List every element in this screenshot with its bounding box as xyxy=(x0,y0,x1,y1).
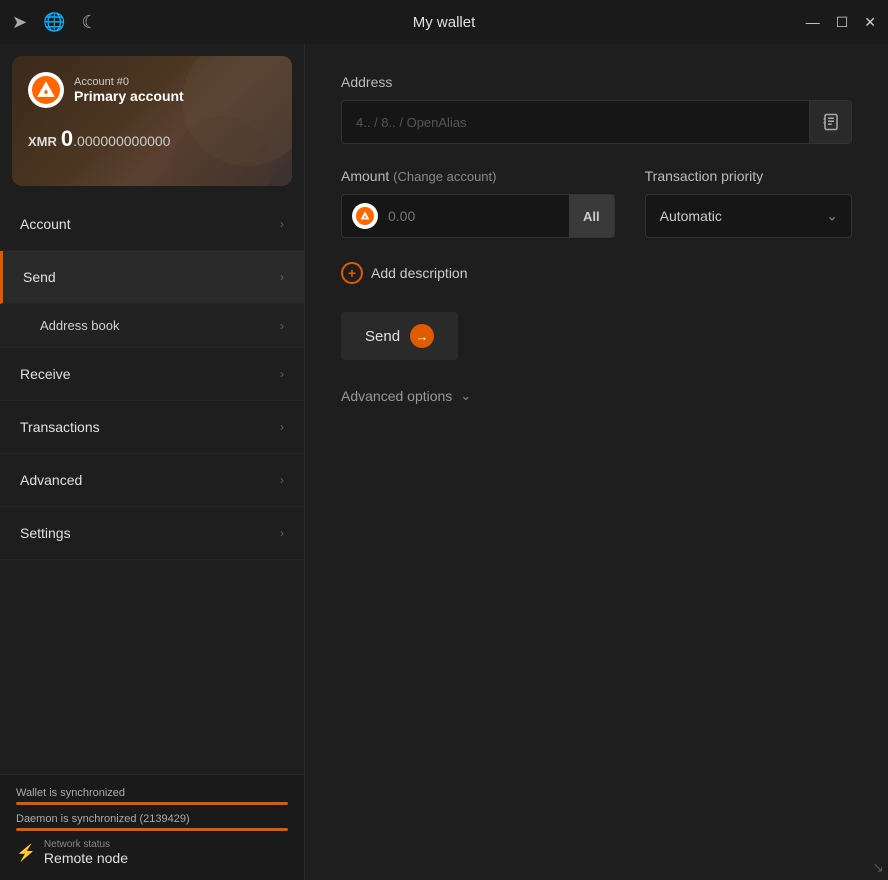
sidebar-item-send-label: Send xyxy=(23,269,56,285)
daemon-sync-fill xyxy=(16,828,288,831)
send-button-label: Send xyxy=(365,328,400,345)
sidebar-item-address-book[interactable]: Address book › xyxy=(0,304,304,348)
currency-label: XMR xyxy=(28,134,57,149)
daemon-sync-bar xyxy=(16,828,288,831)
all-button[interactable]: All xyxy=(569,195,614,237)
address-book-button[interactable] xyxy=(809,101,851,143)
balance-display: XMR 0.000000000000 xyxy=(28,126,276,152)
sidebar-item-receive-label: Receive xyxy=(20,366,71,382)
monero-small-logo xyxy=(352,203,378,229)
chevron-right-icon: › xyxy=(280,319,284,333)
sidebar-item-address-book-label: Address book xyxy=(40,318,120,333)
add-description-row[interactable]: + Add description xyxy=(341,262,852,284)
account-name: Primary account xyxy=(74,88,184,104)
globe-icon[interactable]: 🌐 xyxy=(43,12,65,33)
maximize-button[interactable]: ☐ xyxy=(836,14,849,31)
chevron-down-icon: ⌄ xyxy=(460,388,471,404)
chevron-right-icon: › xyxy=(280,473,284,487)
wallet-sync-bar xyxy=(16,802,288,805)
amount-input[interactable] xyxy=(388,208,569,224)
content-area: Address Amount ( xyxy=(305,44,888,880)
account-number: Account #0 xyxy=(74,76,184,88)
amount-section: Amount (Change account) All xyxy=(341,168,615,238)
address-label: Address xyxy=(341,74,852,90)
status-bar: Wallet is synchronized Daemon is synchro… xyxy=(0,774,304,880)
add-description-label: Add description xyxy=(371,265,468,281)
daemon-sync-row: Daemon is synchronized (2139429) xyxy=(16,813,288,831)
wallet-sync-fill xyxy=(16,802,288,805)
balance-integer: 0 xyxy=(61,126,73,151)
chevron-right-icon: › xyxy=(280,526,284,540)
sidebar-item-transactions[interactable]: Transactions › xyxy=(0,401,304,454)
account-info: Account #0 Primary account xyxy=(74,76,184,104)
add-description-icon: + xyxy=(341,262,363,284)
amount-label: Amount (Change account) xyxy=(341,168,615,184)
sidebar-item-send[interactable]: Send › xyxy=(0,251,304,304)
sidebar-item-transactions-label: Transactions xyxy=(20,419,100,435)
network-text: Network status Remote node xyxy=(44,839,128,866)
amount-logo xyxy=(342,203,388,229)
chevron-right-icon: › xyxy=(280,367,284,381)
chevron-right-icon: › xyxy=(280,270,284,284)
wallet-sync-label: Wallet is synchronized xyxy=(16,787,288,799)
address-input-wrapper xyxy=(341,100,852,144)
network-value: Remote node xyxy=(44,850,128,866)
main-layout: Account #0 Primary account XMR 0.00000000… xyxy=(0,44,888,880)
account-header: Account #0 Primary account xyxy=(28,72,276,108)
balance-decimal: .000000000000 xyxy=(73,133,170,149)
send-arrow-icon: → xyxy=(410,324,434,348)
close-button[interactable]: ✕ xyxy=(864,14,876,31)
priority-select-wrapper: Automatic Slow Normal Fast Fastest ⌄ xyxy=(645,194,852,238)
sidebar: Account #0 Primary account XMR 0.00000000… xyxy=(0,44,305,880)
priority-section: Transaction priority Automatic Slow Norm… xyxy=(645,168,852,238)
daemon-sync-label: Daemon is synchronized (2139429) xyxy=(16,813,288,825)
bolt-icon: ⚡ xyxy=(16,843,36,863)
chevron-right-icon: › xyxy=(280,217,284,231)
sidebar-item-settings-label: Settings xyxy=(20,525,71,541)
address-field-group: Address xyxy=(341,74,852,144)
network-status: ⚡ Network status Remote node xyxy=(16,839,288,866)
account-balance: XMR 0.000000000000 xyxy=(28,126,276,152)
nav-section: Account › Send › Address book › Receive … xyxy=(0,198,304,774)
titlebar: ➤ 🌐 ☾ My wallet — ☐ ✕ xyxy=(0,0,888,44)
sidebar-item-settings[interactable]: Settings › xyxy=(0,507,304,560)
window-controls: — ☐ ✕ xyxy=(806,14,876,31)
advanced-options-row[interactable]: Advanced options ⌄ xyxy=(341,388,852,404)
transaction-priority-label: Transaction priority xyxy=(645,168,852,184)
amount-input-wrapper: All xyxy=(341,194,615,238)
address-input[interactable] xyxy=(342,105,809,140)
sidebar-item-receive[interactable]: Receive › xyxy=(0,348,304,401)
sidebar-item-advanced-label: Advanced xyxy=(20,472,82,488)
sidebar-item-advanced[interactable]: Advanced › xyxy=(0,454,304,507)
amount-priority-row: Amount (Change account) All xyxy=(341,168,852,238)
wallet-sync-row: Wallet is synchronized xyxy=(16,787,288,805)
network-label: Network status xyxy=(44,839,128,850)
sidebar-item-account[interactable]: Account › xyxy=(0,198,304,251)
arrow-icon[interactable]: ➤ xyxy=(12,12,27,33)
send-button[interactable]: Send → xyxy=(341,312,458,360)
chevron-right-icon: › xyxy=(280,420,284,434)
monero-logo xyxy=(28,72,64,108)
moon-icon[interactable]: ☾ xyxy=(82,12,98,33)
minimize-button[interactable]: — xyxy=(806,14,820,30)
resize-handle[interactable]: ↘ xyxy=(872,859,884,876)
window-title: My wallet xyxy=(413,14,476,31)
change-account-label[interactable]: (Change account) xyxy=(393,169,496,184)
priority-select[interactable]: Automatic Slow Normal Fast Fastest xyxy=(645,194,852,238)
account-card[interactable]: Account #0 Primary account XMR 0.00000000… xyxy=(12,56,292,186)
advanced-options-label: Advanced options xyxy=(341,388,452,404)
titlebar-left-icons: ➤ 🌐 ☾ xyxy=(12,12,98,33)
sidebar-item-account-label: Account xyxy=(20,216,71,232)
